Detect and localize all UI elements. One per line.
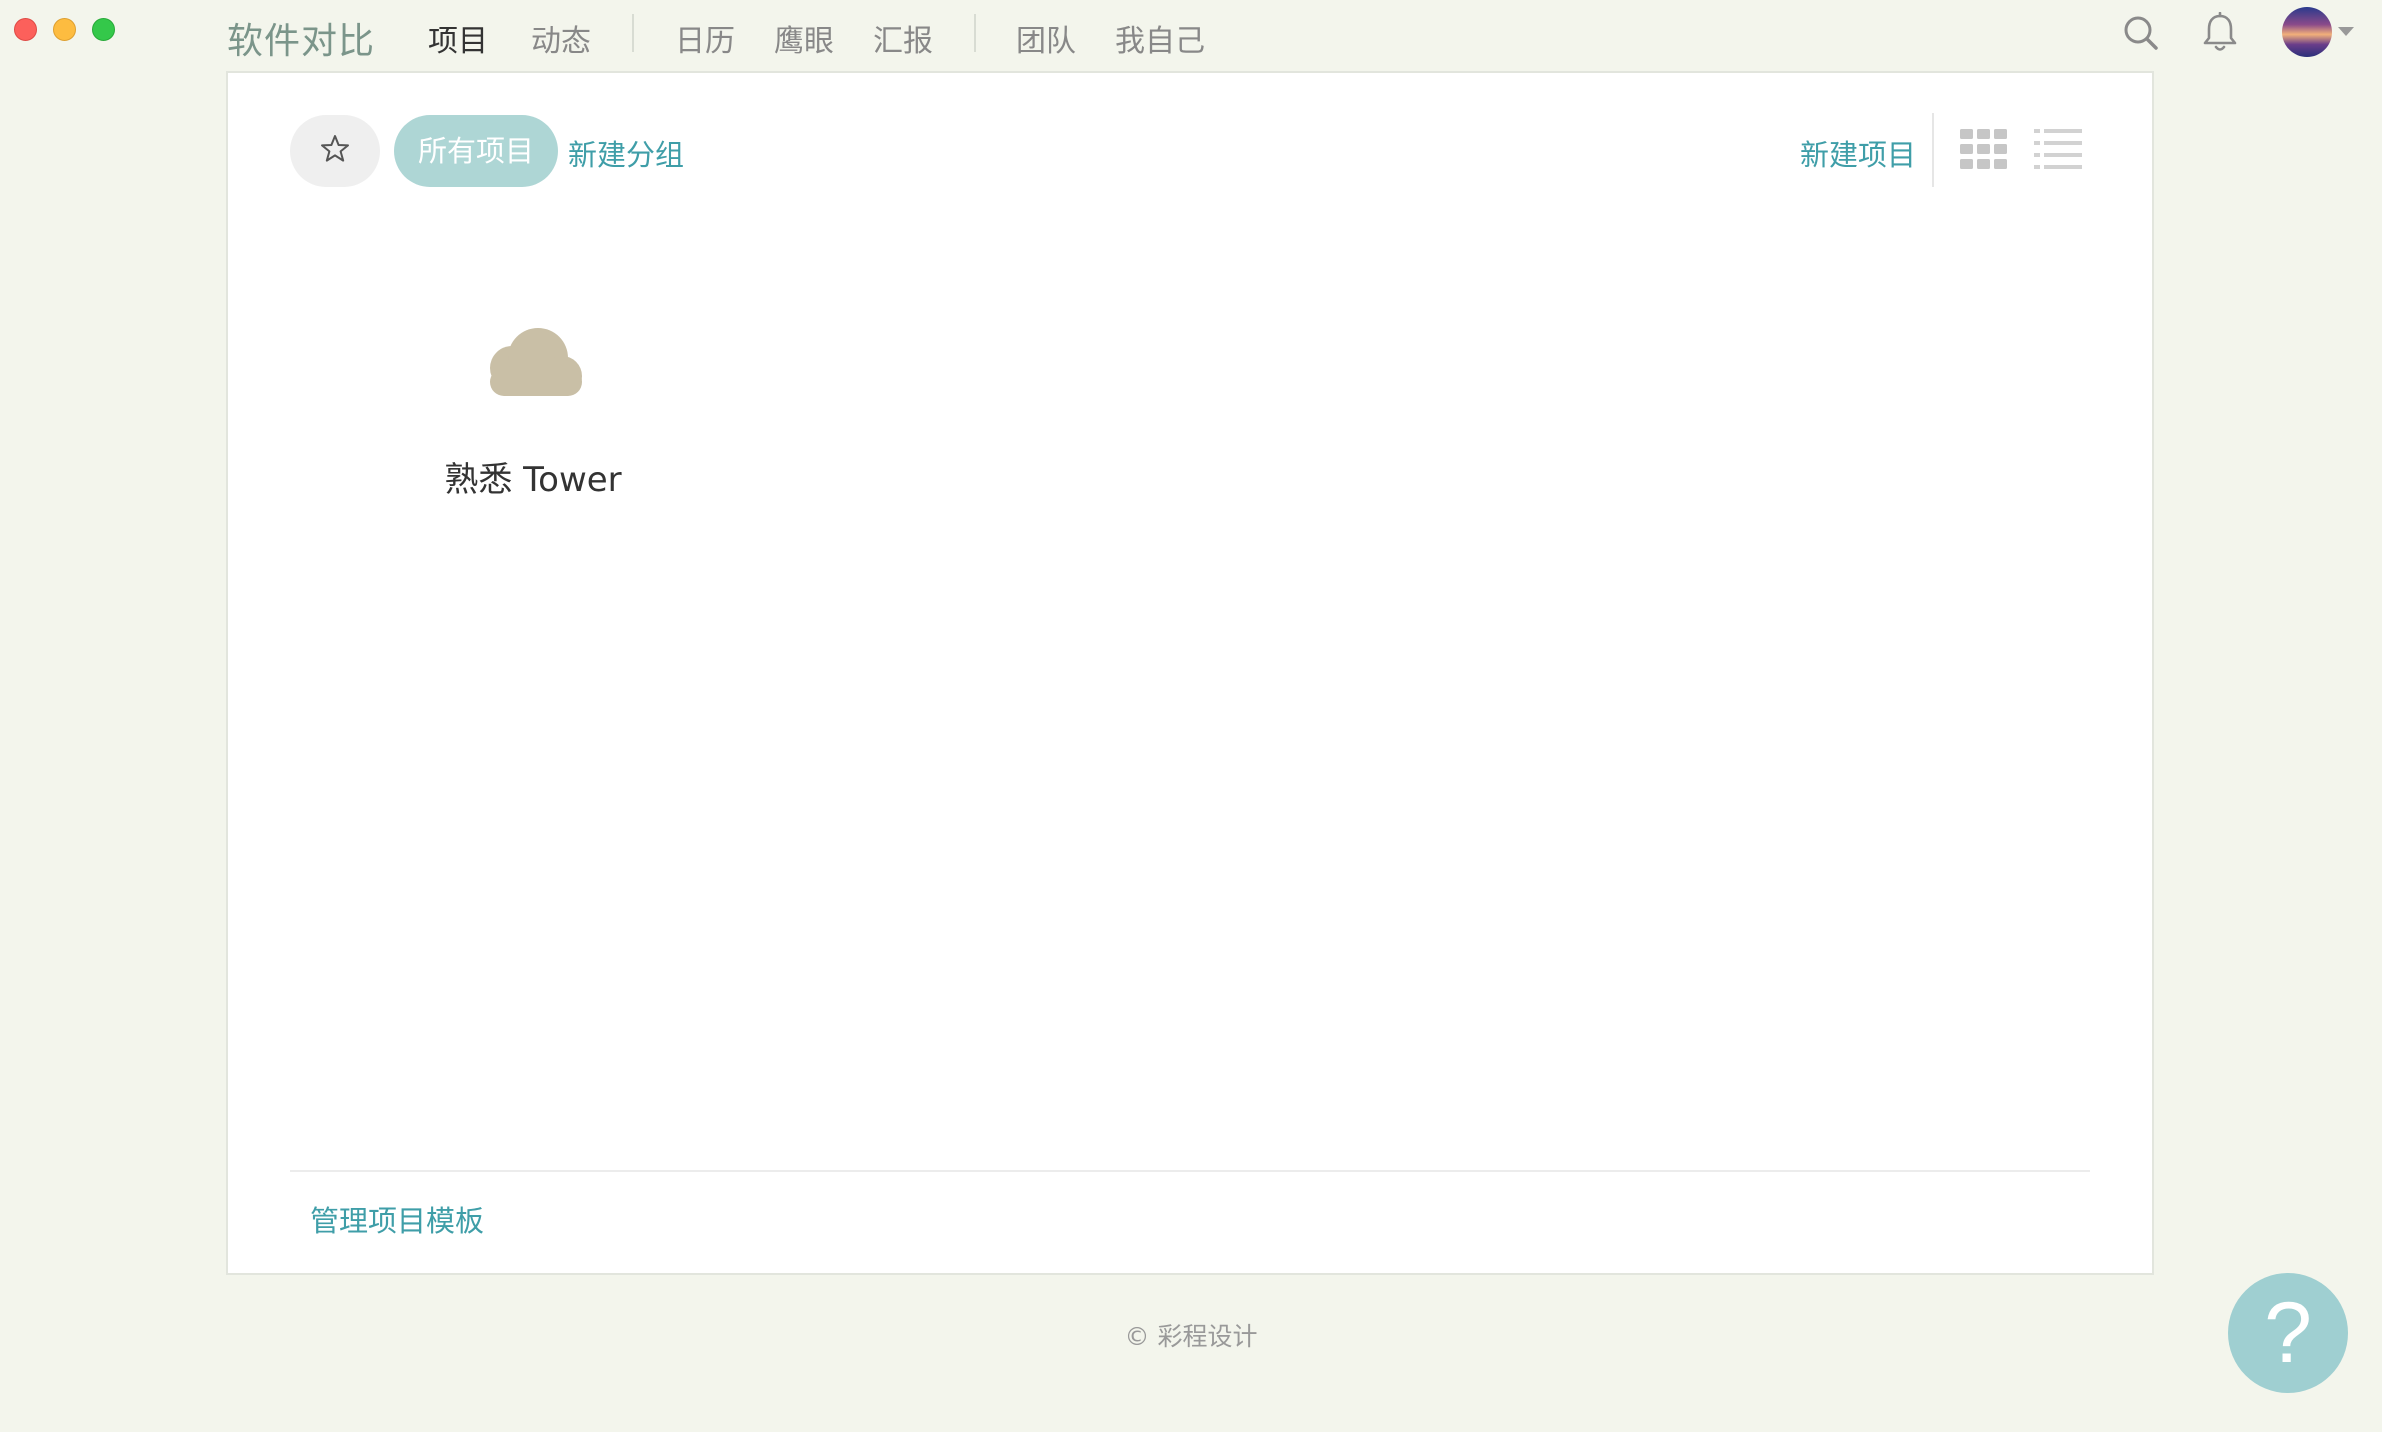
list-view-icon[interactable] [2034,129,2082,169]
cloud-icon [482,328,586,408]
nav-item-team[interactable]: 团队 [1016,16,1076,60]
star-icon [319,133,351,169]
nav-item-eagle-eye[interactable]: 鹰眼 [774,16,834,60]
projects-panel: 所有项目 新建分组 新建项目 熟悉 Tower 管理项目模板 [226,71,2154,1275]
panel-divider [290,1170,2090,1172]
top-nav: 软件对比 项目 动态 日历 鹰眼 汇报 团队 我自己 [0,0,2382,66]
copyright-footer: © 彩程设计 [1124,1322,1258,1351]
new-group-link[interactable]: 新建分组 [568,132,684,174]
new-project-link[interactable]: 新建项目 [1800,132,1916,174]
nav-item-calendar[interactable]: 日历 [675,16,735,60]
brand-title[interactable]: 软件对比 [227,12,375,64]
toolbar-divider [1932,113,1934,187]
nav-item-projects[interactable]: 项目 [428,16,488,60]
nav-item-me[interactable]: 我自己 [1115,16,1205,60]
starred-filter-button[interactable] [290,115,380,187]
avatar[interactable] [2282,7,2332,57]
manage-templates-link[interactable]: 管理项目模板 [310,1198,484,1240]
nav-item-activity[interactable]: 动态 [531,16,591,60]
nav-divider [632,14,634,52]
nav-divider [974,14,976,52]
project-name: 熟悉 Tower [444,460,622,500]
nav-item-reports[interactable]: 汇报 [873,16,933,60]
all-projects-filter-button[interactable]: 所有项目 [394,115,559,187]
search-icon[interactable] [2122,14,2160,56]
chevron-down-icon[interactable] [2338,27,2354,36]
project-card[interactable]: 熟悉 Tower [388,328,678,528]
bell-icon[interactable] [2202,11,2238,58]
help-button[interactable]: ? [2228,1273,2348,1393]
grid-view-icon[interactable] [1960,129,2008,169]
